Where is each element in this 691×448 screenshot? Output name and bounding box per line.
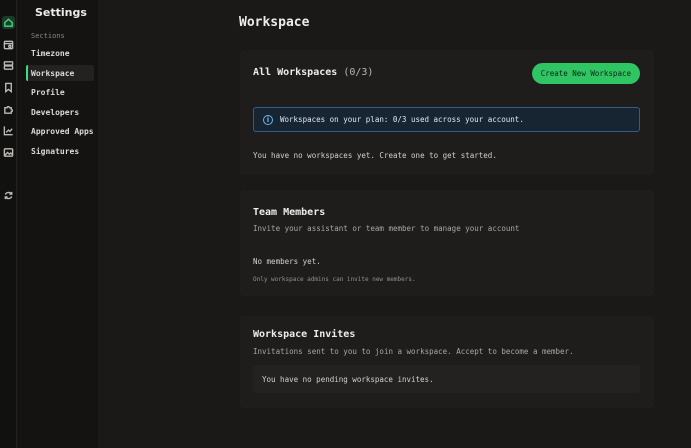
plan-info-banner: i Workspaces on your plan: 0/3 used acro… <box>253 107 640 132</box>
info-icon: i <box>263 114 273 125</box>
icon-rail <box>0 0 17 448</box>
plan-info-text: Workspaces on your plan: 0/3 used across… <box>280 115 524 124</box>
workspace-invites-title: Workspace Invites <box>253 329 356 340</box>
workspaces-title-text: All Workspaces <box>253 67 338 78</box>
team-members-card: Team Members Invite your assistant or te… <box>240 190 654 296</box>
calendar-icon[interactable] <box>2 38 15 51</box>
workspaces-card: All Workspaces (0/3) Create New Workspac… <box>240 50 654 175</box>
page-title: Workspace <box>239 15 310 30</box>
puzzle-icon[interactable] <box>2 103 15 116</box>
chart-icon[interactable] <box>2 124 15 137</box>
settings-sidebar: Settings Sections Timezone Workspace Pro… <box>18 0 98 448</box>
invites-empty-box: You have no pending workspace invites. <box>253 365 640 393</box>
sidebar-item-developers[interactable]: Developers <box>26 104 94 120</box>
workspaces-empty-text: You have no workspaces yet. Create one t… <box>253 151 497 160</box>
sidebar-item-timezone[interactable]: Timezone <box>26 45 94 61</box>
refresh-icon[interactable] <box>2 189 15 202</box>
server-icon[interactable] <box>2 59 15 72</box>
create-workspace-button[interactable]: Create New Workspace <box>531 63 640 84</box>
main-content: Workspace All Workspaces (0/3) Create Ne… <box>98 0 691 448</box>
sidebar-item-workspace[interactable]: Workspace <box>26 65 94 81</box>
sidebar-item-approved-apps[interactable]: Approved Apps <box>26 123 94 139</box>
home-icon[interactable] <box>2 16 15 29</box>
members-admin-note: Only workspace admins can invite new mem… <box>253 276 416 283</box>
workspaces-count: (0/3) <box>343 67 374 78</box>
team-members-title: Team Members <box>253 207 326 218</box>
workspaces-title: All Workspaces (0/3) <box>253 67 373 78</box>
sidebar-title: Settings <box>35 6 87 19</box>
sidebar-item-profile[interactable]: Profile <box>26 84 94 100</box>
team-members-subtitle: Invite your assistant or team member to … <box>253 224 520 233</box>
image-icon[interactable] <box>2 146 15 159</box>
bookmark-icon[interactable] <box>2 81 15 94</box>
workspace-invites-card: Workspace Invites Invitations sent to yo… <box>240 316 654 408</box>
invites-empty-text: You have no pending workspace invites. <box>262 374 434 384</box>
members-empty-text: No members yet. <box>253 257 321 266</box>
sections-label: Sections <box>31 32 65 40</box>
sidebar-item-signatures[interactable]: Signatures <box>26 143 94 159</box>
workspace-invites-subtitle: Invitations sent to you to join a worksp… <box>253 347 574 356</box>
